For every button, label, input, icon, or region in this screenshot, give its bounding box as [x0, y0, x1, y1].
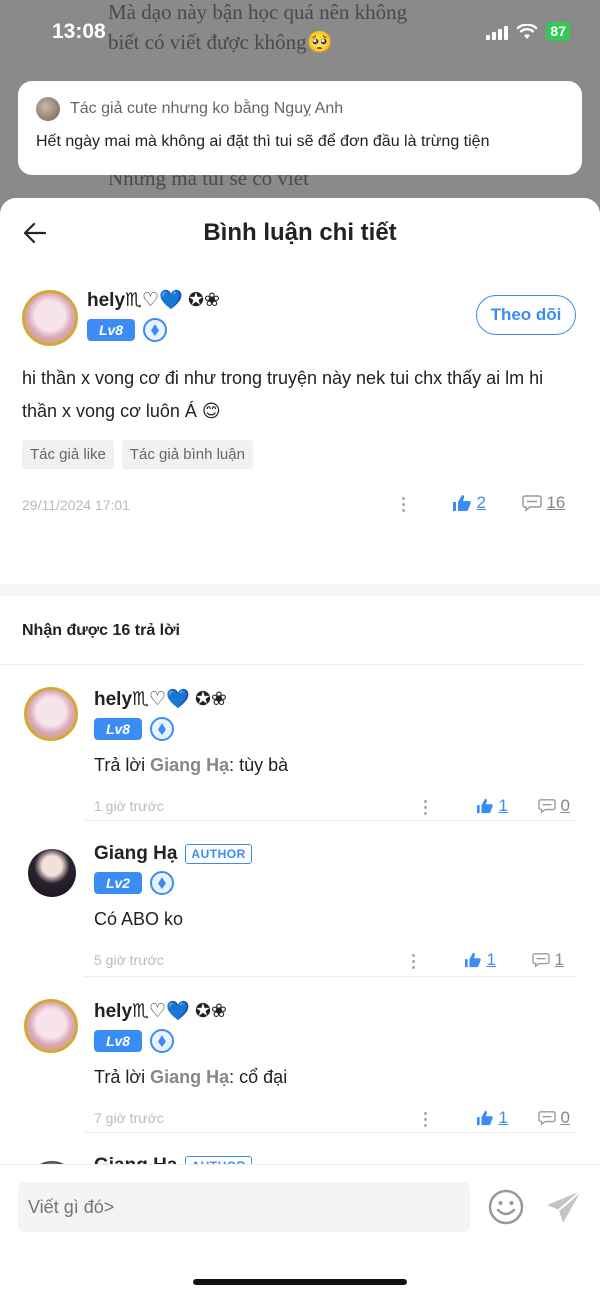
like-count: 1: [486, 950, 496, 969]
send-icon[interactable]: [544, 1187, 584, 1227]
reply-username[interactable]: hely♏♡💙 ✪❀: [94, 687, 227, 711]
avatar: [36, 97, 60, 121]
level-badge: Lv8: [94, 718, 142, 740]
level-badge: Lv8: [87, 319, 135, 341]
thumbs-up-icon: [453, 495, 471, 511]
reply-meta: 7 giờ trước 1 0: [94, 1102, 576, 1132]
more-options-icon[interactable]: [424, 800, 428, 818]
like-button[interactable]: 2: [452, 493, 486, 513]
reply-text: Có ABO ko: [94, 909, 576, 930]
diamond-icon: [150, 871, 174, 895]
avatar[interactable]: [24, 999, 78, 1053]
reply-body: : tùy bà: [229, 755, 289, 775]
reply-button[interactable]: 16: [522, 493, 565, 513]
reply-button[interactable]: 0: [538, 1108, 570, 1128]
tag-list: Tác giả like Tác giả bình luận: [22, 440, 578, 469]
reply-prefix: Trả lời: [94, 755, 151, 775]
battery-indicator: 87: [546, 22, 570, 41]
replies-header: Nhận được 16 trả lời: [0, 596, 584, 665]
reply-username[interactable]: Giang Hạ: [94, 843, 177, 865]
story-line: biết có viết được không🥺: [108, 30, 333, 54]
reply-item: hely♏♡💙 ✪❀ Lv8 Trả lời Giang Hạ: cổ đại 7 g…: [0, 977, 600, 1133]
status-icons: 87: [486, 22, 570, 41]
reply-body: : cổ đại: [229, 1067, 288, 1087]
tag-author-reply: Tác giả bình luận: [121, 440, 253, 469]
more-options-icon[interactable]: [402, 497, 406, 515]
comment-input-bar: [0, 1164, 600, 1299]
toast-message: Hết ngày mai mà không ai đặt thì tui sẽ …: [36, 133, 490, 150]
reply-mention[interactable]: Giang Hạ: [150, 1067, 229, 1087]
reply-count: 1: [554, 950, 564, 969]
notification-toast[interactable]: Tác giả cute nhưng ko bằng Nguỵ Anh Hết …: [18, 81, 582, 175]
comment-date: 29/11/2024 17:01: [22, 497, 130, 513]
main-comment: hely♏♡💙 ✪❀ Lv8 Theo dõi hi thần x vong c…: [0, 270, 600, 584]
toast-author: Tác giả cute nhưng ko bằng Nguỵ Anh: [70, 100, 344, 117]
reply-time: 1 giờ trước: [94, 798, 164, 814]
diamond-icon: [143, 318, 167, 342]
reply-count: 0: [560, 796, 570, 815]
avatar[interactable]: [28, 849, 76, 897]
more-options-icon[interactable]: [424, 1112, 428, 1130]
reply-username[interactable]: hely♏♡💙 ✪❀: [94, 999, 227, 1023]
comment-bubble-icon: [532, 953, 550, 968]
story-line: Mà dạo này bận học quá nên không: [108, 0, 408, 24]
reply-text: Trả lời Giang Hạ: tùy bà: [94, 755, 576, 776]
reply-item: hely♏♡💙 ✪❀ Lv8 Trả lời Giang Hạ: tùy bà 1 g…: [0, 665, 600, 821]
thumbs-up-icon: [465, 952, 481, 968]
reply-button[interactable]: 0: [538, 796, 570, 816]
home-indicator: [193, 1279, 407, 1285]
like-button[interactable]: 1: [476, 796, 508, 816]
diamond-icon: [150, 1029, 174, 1053]
reply-meta: 1 giờ trước 1 0: [94, 790, 576, 820]
comment-detail-sheet: Bình luận chi tiết hely♏♡💙 ✪❀ Lv8 Theo d…: [0, 198, 600, 1299]
more-options-icon[interactable]: [412, 954, 416, 972]
reply-time: 5 giờ trước: [94, 952, 164, 968]
wifi-icon: [516, 23, 539, 39]
signal-icon: [486, 24, 509, 40]
thumbs-up-icon: [477, 798, 493, 814]
author-badge: AUTHOR: [185, 844, 252, 864]
comment-meta: 29/11/2024 17:01 2 16: [22, 481, 578, 529]
sheet-header: Bình luận chi tiết: [0, 198, 600, 270]
comment-bubble-icon: [522, 495, 542, 512]
reply-button[interactable]: 1: [532, 950, 564, 970]
comment-bubble-icon: [538, 1111, 556, 1126]
thumbs-up-icon: [477, 1110, 493, 1126]
like-count: 1: [498, 1108, 508, 1127]
avatar[interactable]: [24, 687, 78, 741]
reply-prefix: Trả lời: [94, 1067, 151, 1087]
like-count: 1: [498, 796, 508, 815]
like-button[interactable]: 1: [476, 1108, 508, 1128]
reply-item: Giang Hạ AUTHOR Lv2 Có ABO ko 5 giờ trước 1 …: [0, 821, 600, 977]
follow-button[interactable]: Theo dõi: [476, 295, 576, 335]
reply-text: Trả lời Giang Hạ: cổ đại: [94, 1067, 576, 1088]
reply-meta: 5 giờ trước 1 1: [94, 944, 576, 974]
diamond-icon: [150, 717, 174, 741]
reply-count: 16: [546, 493, 566, 512]
level-badge: Lv2: [94, 872, 142, 894]
comment-text: hi thần x vong cơ đi như trong truyện nà…: [22, 368, 544, 421]
reply-count: 0: [560, 1108, 570, 1127]
page-title: Bình luận chi tiết: [203, 219, 397, 246]
level-badge: Lv8: [94, 1030, 142, 1052]
emoji-icon[interactable]: [486, 1187, 526, 1227]
section-divider: [0, 584, 600, 596]
comment-input[interactable]: [18, 1182, 470, 1232]
avatar[interactable]: [22, 290, 78, 346]
status-time: 13:08: [52, 20, 106, 43]
like-count: 2: [476, 493, 486, 512]
reply-body: Có ABO ko: [94, 909, 184, 929]
like-button[interactable]: 1: [464, 950, 496, 970]
reply-mention[interactable]: Giang Hạ: [150, 755, 229, 775]
comment-bubble-icon: [538, 799, 556, 814]
reply-time: 7 giờ trước: [94, 1110, 164, 1126]
tag-author-like: Tác giả like: [22, 440, 114, 469]
